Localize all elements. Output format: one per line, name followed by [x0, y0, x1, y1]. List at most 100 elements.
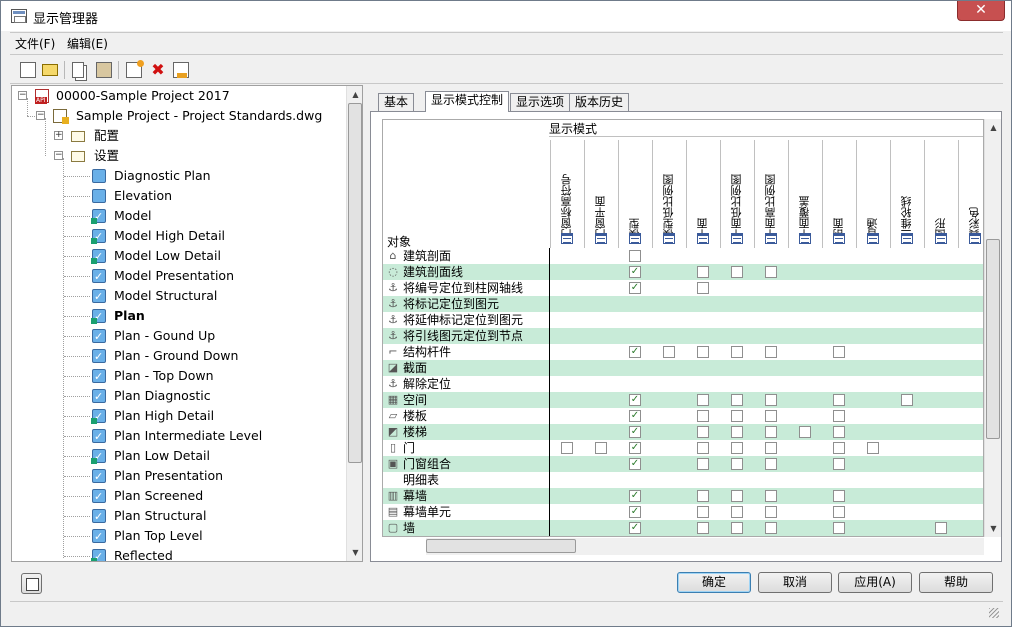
display-mode-checkbox[interactable] — [765, 522, 777, 534]
column-header[interactable]: 平面低比例图 — [720, 140, 754, 248]
display-mode-checkbox[interactable] — [765, 346, 777, 358]
display-mode-checkbox[interactable] — [765, 506, 777, 518]
tab-2[interactable]: 显示选项 — [510, 93, 571, 112]
display-mode-checkbox[interactable] — [697, 490, 709, 502]
column-header[interactable]: 剖面 — [822, 140, 856, 248]
display-mode-checkbox[interactable] — [731, 410, 743, 422]
cancel-button[interactable]: 取消 — [758, 572, 832, 593]
display-mode-checkbox[interactable] — [697, 266, 709, 278]
properties-icon[interactable] — [21, 573, 42, 594]
display-mode-checkbox[interactable] — [833, 458, 845, 470]
display-mode-checkbox[interactable] — [833, 346, 845, 358]
paste-icon[interactable] — [96, 62, 112, 78]
display-mode-checkbox[interactable]: ✓ — [629, 266, 641, 278]
delete-icon[interactable]: ✖ — [150, 62, 166, 78]
display-mode-checkbox[interactable] — [697, 346, 709, 358]
display-mode-checkbox[interactable] — [697, 442, 709, 454]
display-mode-checkbox[interactable] — [731, 394, 743, 406]
display-mode-checkbox[interactable]: ✓ — [629, 442, 641, 454]
display-mode-checkbox[interactable] — [697, 522, 709, 534]
purge-icon[interactable] — [173, 62, 189, 78]
display-mode-checkbox[interactable] — [901, 394, 913, 406]
display-mode-checkbox[interactable] — [697, 394, 709, 406]
grid-horizontal-scrollbar[interactable] — [426, 538, 984, 555]
close-button[interactable]: ✕ — [957, 1, 1005, 21]
display-mode-checkbox[interactable] — [731, 442, 743, 454]
display-mode-checkbox[interactable] — [833, 410, 845, 422]
resize-grip-icon[interactable] — [989, 608, 999, 618]
open-icon[interactable] — [42, 64, 58, 76]
display-mode-checkbox[interactable] — [833, 506, 845, 518]
scroll-down-icon[interactable]: ▼ — [347, 544, 362, 561]
display-mode-checkbox[interactable] — [663, 346, 675, 358]
display-mode-checkbox[interactable] — [833, 394, 845, 406]
column-header[interactable]: 平面覆盖 — [788, 140, 822, 248]
add-style-icon[interactable] — [126, 60, 144, 78]
display-mode-checkbox[interactable] — [731, 346, 743, 358]
tab-3[interactable]: 版本历史 — [569, 93, 630, 112]
column-header[interactable]: 模型 — [618, 140, 652, 248]
display-mode-checkbox[interactable] — [731, 266, 743, 278]
display-mode-checkbox[interactable]: ✓ — [629, 426, 641, 438]
grid-hscroll-thumb[interactable] — [426, 539, 576, 553]
column-header[interactable]: 普通 — [856, 140, 890, 248]
collapse-icon[interactable]: − — [18, 91, 27, 100]
display-mode-checkbox[interactable]: ✓ — [629, 394, 641, 406]
ok-button[interactable]: 确定 — [677, 572, 751, 593]
display-mode-checkbox[interactable]: ✓ — [629, 282, 641, 294]
tab-1[interactable]: 显示模式控制 — [425, 91, 510, 112]
display-mode-checkbox[interactable]: ✓ — [629, 506, 641, 518]
column-header[interactable]: 平面 — [686, 140, 720, 248]
collapse-icon[interactable]: − — [36, 111, 45, 120]
display-mode-checkbox[interactable] — [697, 410, 709, 422]
tab-0[interactable]: 基本 — [378, 93, 415, 112]
column-header[interactable]: 模型低比例图 — [652, 140, 686, 248]
display-mode-checkbox[interactable] — [731, 458, 743, 470]
tree-scroll-thumb[interactable] — [348, 103, 362, 463]
copy-icon[interactable] — [72, 62, 84, 78]
display-mode-checkbox[interactable] — [731, 522, 743, 534]
display-mode-checkbox[interactable]: ✓ — [629, 522, 641, 534]
display-mode-checkbox[interactable] — [765, 266, 777, 278]
menu-edit[interactable]: 编辑(E) — [67, 35, 108, 52]
display-mode-checkbox[interactable] — [833, 442, 845, 454]
column-header[interactable]: 三维轮线 — [890, 140, 924, 248]
display-mode-checkbox[interactable] — [833, 522, 845, 534]
display-mode-checkbox[interactable] — [765, 490, 777, 502]
display-mode-checkbox[interactable] — [595, 442, 607, 454]
display-mode-checkbox[interactable] — [765, 442, 777, 454]
display-mode-checkbox[interactable]: ✓ — [629, 410, 641, 422]
display-mode-checkbox[interactable] — [867, 442, 879, 454]
display-mode-checkbox[interactable] — [731, 490, 743, 502]
display-mode-checkbox[interactable] — [765, 394, 777, 406]
display-mode-checkbox[interactable] — [629, 250, 641, 262]
tree-scrollbar[interactable]: ▲ ▼ — [346, 86, 362, 561]
display-mode-checkbox[interactable] — [697, 458, 709, 470]
display-mode-checkbox[interactable]: ✓ — [629, 346, 641, 358]
apply-button[interactable]: 应用(A) — [838, 572, 912, 593]
display-mode-checkbox[interactable] — [697, 426, 709, 438]
grid-vertical-scrollbar[interactable]: ▲ ▼ — [984, 119, 1001, 537]
display-mode-checkbox[interactable] — [561, 442, 573, 454]
display-mode-checkbox[interactable] — [833, 426, 845, 438]
scroll-up-icon[interactable]: ▲ — [347, 86, 362, 103]
expand-icon[interactable]: + — [54, 131, 63, 140]
scroll-down-icon[interactable]: ▼ — [985, 520, 1002, 537]
help-button[interactable]: 帮助 — [919, 572, 993, 593]
column-header[interactable]: 真彩色 — [958, 140, 983, 248]
display-mode-checkbox[interactable] — [731, 506, 743, 518]
column-header[interactable]: 门窗平面 — [584, 140, 618, 248]
scroll-up-icon[interactable]: ▲ — [985, 119, 1002, 136]
menu-file[interactable]: 文件(F) — [15, 35, 55, 52]
grid-vscroll-thumb[interactable] — [986, 239, 1000, 439]
column-header[interactable]: 图形 — [924, 140, 958, 248]
display-mode-checkbox[interactable] — [765, 458, 777, 470]
new-icon[interactable] — [20, 62, 36, 78]
display-mode-checkbox[interactable]: ✓ — [629, 458, 641, 470]
column-header[interactable]: 门窗标高符号 — [550, 140, 584, 248]
collapse-icon[interactable]: − — [54, 151, 63, 160]
display-mode-checkbox[interactable] — [731, 426, 743, 438]
display-mode-checkbox[interactable] — [697, 282, 709, 294]
display-mode-checkbox[interactable] — [935, 522, 947, 534]
column-header[interactable]: 平面高比例图 — [754, 140, 788, 248]
